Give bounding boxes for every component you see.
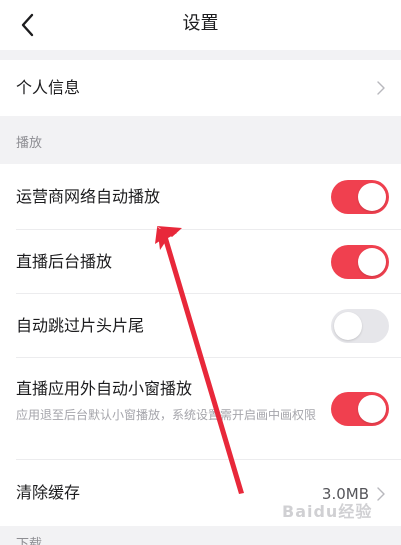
chevron-right-icon: [377, 487, 385, 501]
chevron-right-icon: [377, 81, 385, 95]
watermark: Baidu经验: [282, 502, 373, 521]
setting-row-pip: 直播应用外自动小窗播放 应用退至后台默认小窗播放，系统设置需开启画中画权限: [0, 358, 401, 460]
setting-row-skip-intro: 自动跳过片头片尾: [0, 294, 401, 358]
setting-label: 自动跳过片头片尾: [16, 316, 145, 335]
personal-info-label: 个人信息: [16, 78, 81, 97]
section-header-download: 下载: [0, 526, 401, 545]
setting-label: 直播后台播放: [16, 252, 113, 271]
setting-row-live-background: 直播后台播放: [0, 230, 401, 294]
clear-cache-label: 清除缓存: [16, 483, 81, 502]
toggle-knob: [334, 312, 362, 340]
setting-label: 直播应用外自动小窗播放: [16, 379, 193, 398]
top-bar: 设置: [0, 0, 401, 50]
personal-info-row[interactable]: 个人信息: [0, 60, 401, 116]
setting-row-carrier-autoplay: 运营商网络自动播放: [0, 164, 401, 230]
setting-description: 应用退至后台默认小窗播放，系统设置需开启画中画权限: [16, 408, 317, 422]
pip-toggle[interactable]: [331, 392, 389, 426]
toggle-knob: [358, 248, 386, 276]
skip-intro-toggle[interactable]: [331, 309, 389, 343]
section-label: 下载: [16, 537, 43, 545]
live-background-toggle[interactable]: [331, 245, 389, 279]
setting-label: 运营商网络自动播放: [16, 187, 161, 206]
section-header-playback: 播放: [0, 116, 401, 164]
carrier-autoplay-toggle[interactable]: [331, 180, 389, 214]
toggle-knob: [358, 395, 386, 423]
toggle-knob: [358, 183, 386, 211]
section-label: 播放: [16, 136, 43, 151]
page-title: 设置: [182, 13, 219, 34]
